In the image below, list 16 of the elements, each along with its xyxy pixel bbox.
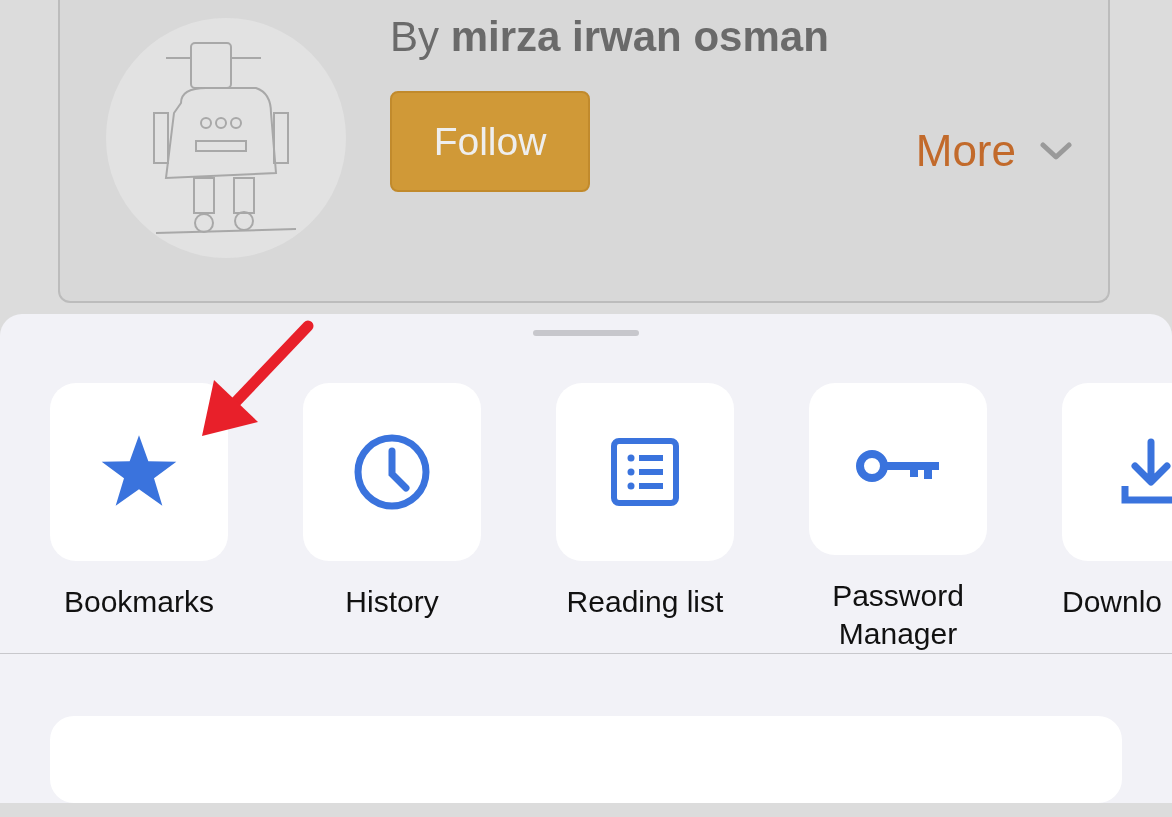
author-byline: By mirza irwan osman [390, 16, 829, 58]
menu-tile[interactable] [556, 383, 734, 562]
menu-label: Downlo [1062, 584, 1163, 621]
menu-tile[interactable] [50, 383, 228, 562]
menu-label: History [344, 584, 440, 621]
download-icon [1121, 438, 1172, 507]
menu-tile[interactable] [303, 383, 481, 562]
menu-tile[interactable] [809, 383, 987, 556]
menu-label: Password Manager [831, 578, 965, 653]
clock-icon [353, 433, 431, 512]
more-link[interactable]: More [915, 126, 1072, 176]
follow-button[interactable]: Follow [390, 91, 590, 192]
menu-label: Bookmarks [62, 584, 215, 621]
list-icon [611, 438, 679, 507]
menu-label: Reading list [565, 584, 725, 621]
chevron-icon [1040, 142, 1072, 160]
